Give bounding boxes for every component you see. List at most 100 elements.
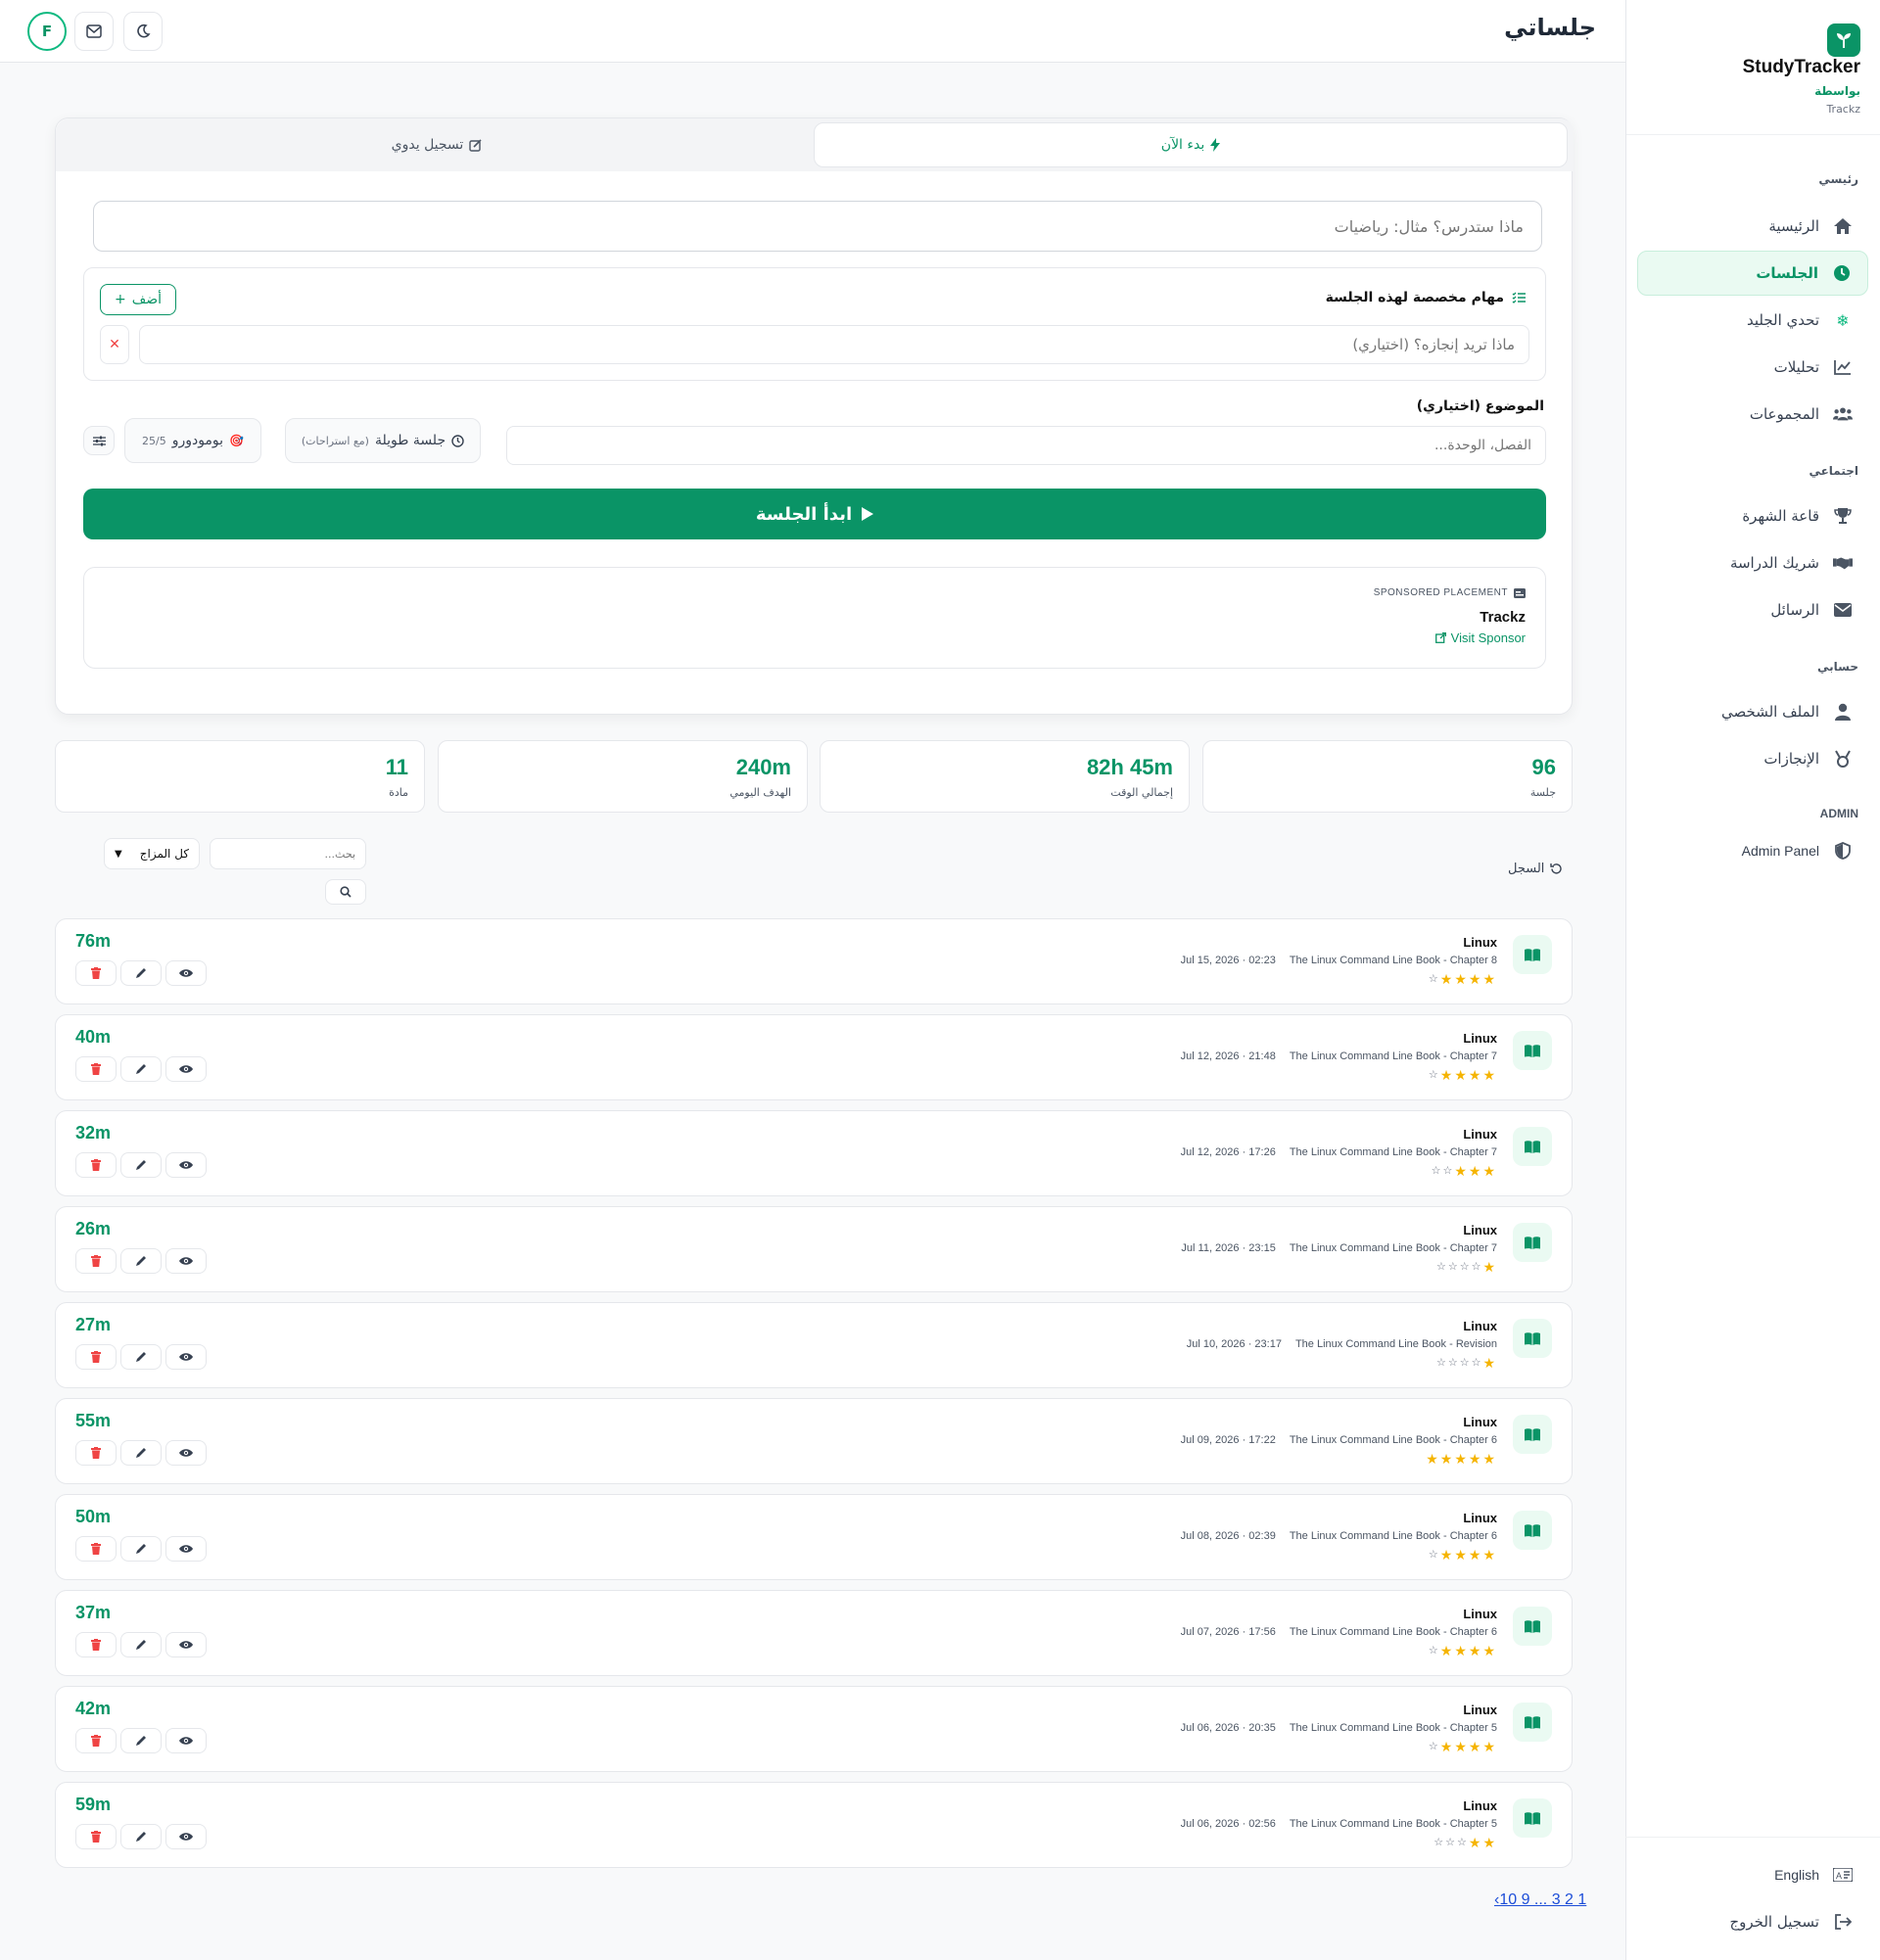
view-button[interactable] xyxy=(165,1248,207,1274)
task-input[interactable] xyxy=(139,325,1529,364)
sponsor-name: Trackz xyxy=(1480,609,1526,626)
view-button[interactable] xyxy=(165,1440,207,1466)
delete-button[interactable] xyxy=(75,1152,117,1178)
edit-button[interactable] xyxy=(120,1824,162,1849)
eye-icon xyxy=(179,1353,193,1361)
new-session-card: تسجيل يدوي بدء الآن مهام مخصصة لهذه الجل… xyxy=(55,117,1574,715)
history-search-input[interactable] xyxy=(210,838,366,869)
sidebar-item-label: الإنجازات xyxy=(1763,750,1819,768)
view-button[interactable] xyxy=(165,1536,207,1562)
sidebar-item-analytics[interactable]: تحليلات xyxy=(1637,345,1868,390)
history-search-button[interactable] xyxy=(325,879,366,905)
view-button[interactable] xyxy=(165,1728,207,1753)
remove-task-button[interactable]: ✕ xyxy=(100,325,129,364)
table-row[interactable]: Linux Jul 08, 2026 · 02:39 The Linux Comma… xyxy=(55,1494,1573,1580)
view-button[interactable] xyxy=(165,1152,207,1178)
edit-button[interactable] xyxy=(120,960,162,986)
delete-button[interactable] xyxy=(75,1248,117,1274)
table-row[interactable]: Linux Jul 11, 2026 · 23:15 The Linux Comma… xyxy=(55,1206,1573,1292)
add-task-button[interactable]: + أضف xyxy=(100,284,177,315)
book-icon xyxy=(1513,1415,1552,1454)
row-date: Jul 10, 2026 · 23:17 xyxy=(1186,1338,1282,1350)
star-filled-icon: ★ xyxy=(1454,1164,1469,1180)
sidebar-item-label: قاعة الشهرة xyxy=(1742,507,1819,525)
sidebar-item-admin-panel[interactable]: Admin Panel xyxy=(1637,828,1868,873)
delete-button[interactable] xyxy=(75,1536,117,1562)
table-row[interactable]: Linux Jul 09, 2026 · 17:22 The Linux Comma… xyxy=(55,1398,1573,1484)
table-row[interactable]: Linux Jul 12, 2026 · 17:26 The Linux Comma… xyxy=(55,1110,1573,1196)
star-empty-icon: ☆ xyxy=(1447,1260,1460,1273)
delete-button[interactable] xyxy=(75,1824,117,1849)
stat-value: 11 xyxy=(385,755,408,779)
eye-icon xyxy=(179,1833,193,1841)
pencil-icon xyxy=(136,1352,146,1362)
settings-sliders-button[interactable] xyxy=(83,426,115,455)
book-icon xyxy=(1513,1511,1552,1550)
mail-button[interactable] xyxy=(74,12,114,51)
pencil-icon xyxy=(136,1640,146,1650)
sidebar-item-hall-of-fame[interactable]: قاعة الشهرة xyxy=(1637,493,1868,538)
tab-start-now[interactable]: بدء الآن xyxy=(814,122,1568,167)
sidebar-item-achievements[interactable]: الإنجازات xyxy=(1637,736,1868,781)
subject-input[interactable] xyxy=(93,201,1542,252)
logout-icon xyxy=(1833,1912,1853,1932)
sponsor-label-text: SPONSORED PLACEMENT xyxy=(1373,587,1508,598)
sidebar-item-study-partner[interactable]: شريك الدراسة xyxy=(1637,540,1868,585)
table-row[interactable]: Linux Jul 07, 2026 · 17:56 The Linux Comma… xyxy=(55,1590,1573,1676)
view-button[interactable] xyxy=(165,1056,207,1082)
pencil-icon xyxy=(136,1832,146,1842)
view-button[interactable] xyxy=(165,960,207,986)
view-button[interactable] xyxy=(165,1824,207,1849)
language-switch[interactable]: A English xyxy=(1637,1852,1868,1897)
avatar[interactable]: F xyxy=(27,12,67,51)
row-rating: ★ ★ ☆ ☆ ☆ xyxy=(1434,1836,1497,1851)
sidebar-item-profile[interactable]: الملف الشخصي xyxy=(1637,689,1868,734)
chart-icon xyxy=(1833,357,1853,377)
edit-button[interactable] xyxy=(120,1536,162,1562)
edit-button[interactable] xyxy=(120,1248,162,1274)
table-row[interactable]: Linux Jul 12, 2026 · 21:48 The Linux Comma… xyxy=(55,1014,1573,1100)
sidebar-item-ice-challenge[interactable]: ❄ تحدي الجليد xyxy=(1637,298,1868,343)
mood-filter-select[interactable]: ▼ كل المزاج xyxy=(104,838,200,869)
logout-button[interactable]: تسجيل الخروج xyxy=(1637,1899,1868,1944)
edit-button[interactable] xyxy=(120,1440,162,1466)
row-subject: Linux xyxy=(1463,1223,1497,1237)
visit-sponsor-link[interactable]: Visit Sponsor xyxy=(1434,630,1526,645)
edit-button[interactable] xyxy=(120,1344,162,1370)
row-date: Jul 15, 2026 · 02:23 xyxy=(1180,955,1276,966)
delete-button[interactable] xyxy=(75,1440,117,1466)
table-row[interactable]: Linux Jul 15, 2026 · 02:23 The Linux Comma… xyxy=(55,918,1573,1004)
table-row[interactable]: Linux Jul 06, 2026 · 02:56 The Linux Comma… xyxy=(55,1782,1573,1868)
delete-button[interactable] xyxy=(75,1728,117,1753)
row-meta: Jul 10, 2026 · 23:17 The Linux Command Li… xyxy=(1187,1338,1497,1350)
view-button[interactable] xyxy=(165,1632,207,1657)
delete-button[interactable] xyxy=(75,1344,117,1370)
tab-manual-log[interactable]: تسجيل يدوي xyxy=(60,122,814,167)
trash-icon xyxy=(91,1447,101,1459)
star-empty-icon: ☆ xyxy=(1434,1836,1446,1848)
edit-button[interactable] xyxy=(120,1152,162,1178)
edit-button[interactable] xyxy=(120,1056,162,1082)
pagination[interactable]: ‹10 9 ... 3 2 1 xyxy=(1494,1891,1586,1909)
table-row[interactable]: Linux Jul 06, 2026 · 20:35 The Linux Comma… xyxy=(55,1686,1573,1772)
sidebar-item-label: الرسائل xyxy=(1770,601,1819,619)
row-topic: The Linux Command Line Book - Chapter 6 xyxy=(1289,1626,1497,1638)
sidebar-item-groups[interactable]: المجموعات xyxy=(1637,392,1868,437)
sidebar-item-messages[interactable]: الرسائل xyxy=(1637,587,1868,632)
view-button[interactable] xyxy=(165,1344,207,1370)
delete-button[interactable] xyxy=(75,1056,117,1082)
long-session-note: (مع استراحات) xyxy=(301,434,369,447)
delete-button[interactable] xyxy=(75,1632,117,1657)
sidebar-item-home[interactable]: الرئيسية xyxy=(1637,204,1868,249)
table-row[interactable]: Linux Jul 10, 2026 · 23:17 The Linux Comma… xyxy=(55,1302,1573,1388)
edit-button[interactable] xyxy=(120,1632,162,1657)
edit-button[interactable] xyxy=(120,1728,162,1753)
row-subject: Linux xyxy=(1463,935,1497,950)
delete-button[interactable] xyxy=(75,960,117,986)
long-session-button[interactable]: جلسة طويلة (مع استراحات) xyxy=(285,418,481,463)
topic-input[interactable] xyxy=(506,426,1546,465)
start-session-button[interactable]: ابدأ الجلسة xyxy=(83,489,1546,539)
sidebar-item-sessions[interactable]: الجلسات xyxy=(1637,251,1868,296)
theme-toggle-button[interactable] xyxy=(123,12,163,51)
pomodoro-button[interactable]: 🎯 بومودورو 25/5 xyxy=(124,418,261,463)
